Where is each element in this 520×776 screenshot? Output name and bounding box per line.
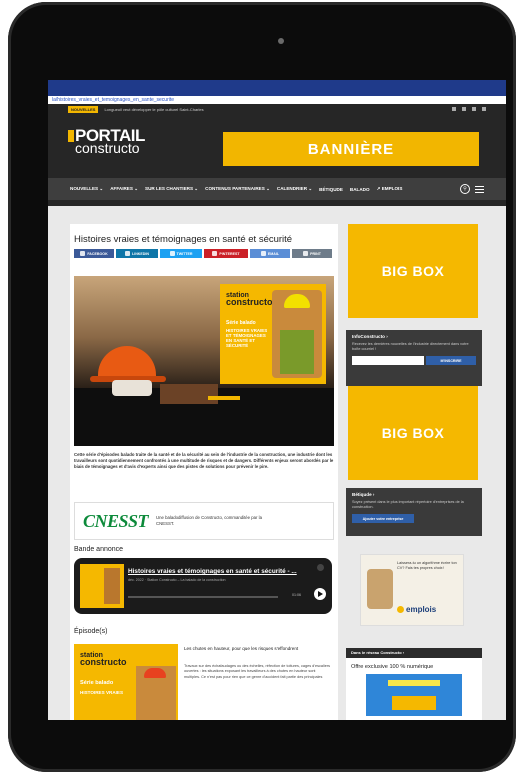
worker-photo (272, 290, 322, 378)
main-nav: NOUVELLES ⌄ AFFAIRES ⌄ SUR LES CHANTIERS… (48, 178, 506, 200)
digital-offer-box[interactable]: Offre exclusive 100 % numérique (346, 658, 482, 720)
email-icon (260, 251, 266, 256)
play-icon[interactable] (314, 588, 326, 600)
emplois-ad[interactable]: Laissera-tu un algorithme écrire ton CV?… (360, 554, 464, 626)
nav-item-chantiers[interactable]: SUR LES CHANTIERS ⌄ (145, 186, 198, 192)
article-card: Histoires vraies et témoignages en santé… (70, 224, 338, 720)
player-title[interactable]: Histoires vraies et témoignages en santé… (128, 568, 324, 575)
linkedin-icon[interactable] (462, 107, 466, 111)
hero-image: station constructo Série balado HISTOIRES… (74, 276, 334, 446)
facebook-icon[interactable] (452, 107, 456, 111)
url-text[interactable]: la/histoires_vraies_et_temoignages_en_sa… (48, 96, 506, 104)
nav-item-balado[interactable]: BALADO (350, 187, 370, 192)
camera-dot (278, 38, 284, 44)
betiqude-title[interactable]: Bétiqude › (352, 492, 476, 497)
twitter-icon[interactable] (472, 107, 476, 111)
share-linkedin-button[interactable]: LINKEDIN (116, 249, 158, 258)
nav-item-emplois[interactable]: ↗ EMPLOIS (377, 186, 403, 192)
print-icon (303, 251, 309, 256)
bigbox-ad-2[interactable]: BIG BOX (348, 386, 478, 480)
pinterest-icon (212, 251, 218, 256)
banner-ad[interactable]: BANNIÈRE (223, 132, 479, 166)
podcast-poster: station constructo Série balado HISTOIRES… (220, 284, 326, 384)
share-pinterest-button[interactable]: PINTEREST (204, 249, 248, 258)
episode-excerpt: Travaux sur des échafaudages ou des éche… (184, 664, 331, 679)
newsletter-title[interactable]: InfoConstructo › (352, 334, 476, 339)
browser-bar (48, 80, 506, 96)
share-twitter-button[interactable]: TWITTER (160, 249, 202, 258)
robot-illustration (367, 569, 393, 609)
facebook-icon (80, 251, 86, 256)
bigbox-ad-1[interactable]: BIG BOX (348, 224, 478, 318)
newsletter-box: InfoConstructo › Recevez les dernières n… (346, 330, 482, 386)
news-ticker: NOUVELLES Longueuil veut développer le p… (48, 104, 506, 114)
twitter-icon (169, 251, 175, 256)
site-header: NOUVELLES Longueuil veut développer le p… (48, 104, 506, 206)
article-title: Histoires vraies et témoignages en santé… (74, 234, 293, 245)
magazine-cover (366, 674, 462, 716)
search-icon[interactable]: ⚲ (460, 184, 470, 194)
episode-title[interactable]: Les chutes en hauteur, pour que les risq… (184, 646, 332, 653)
nav-item-betiqude[interactable]: BÉTIQUDE (319, 187, 343, 192)
share-print-button[interactable]: PRINT (292, 249, 332, 258)
share-bar: FACEBOOK LINKEDIN TWITTER PINTEREST EMAI… (70, 249, 338, 258)
site-logo[interactable]: PORTAIL constructo (68, 127, 145, 155)
network-heading[interactable]: Dans le réseau Constructo › (346, 648, 482, 658)
player-progress[interactable] (128, 596, 278, 598)
cnesst-logo[interactable]: CNESST (83, 511, 149, 532)
trailer-heading: Bande annonce (74, 546, 124, 553)
add-company-button[interactable]: Ajouter votre entreprise (352, 514, 414, 523)
nav-item-nouvelles[interactable]: NOUVELLES ⌄ (70, 186, 103, 192)
newsletter-text: Recevez les dernières nouvelles de l'ind… (352, 342, 469, 351)
episodes-heading: Épisode(s) (74, 628, 108, 635)
linkedin-icon (125, 251, 130, 256)
episode-thumbnail[interactable]: station constructo Série balado HISTOIRES… (74, 644, 178, 720)
audio-player: Histoires vraies et témoignages en santé… (74, 558, 332, 614)
menu-icon[interactable] (475, 185, 484, 193)
subscribe-button[interactable]: M'INSCRIRE (426, 356, 476, 365)
sponsor-box: CNESST Une baladodiffusion de Constructo… (74, 502, 334, 540)
news-tag: NOUVELLES (68, 105, 99, 113)
offer-title: Offre exclusive 100 % numérique (351, 664, 434, 670)
nav-item-contenus[interactable]: CONTENUS PARTENAIRES ⌄ (205, 186, 270, 192)
sponsor-text: Une baladodiffusion de Constructo, comma… (156, 515, 263, 526)
article-description: Cette série d'épisodes balado traite de … (74, 452, 334, 470)
page-body: Histoires vraies et témoignages en santé… (48, 206, 506, 720)
social-icons (452, 107, 486, 111)
news-text[interactable]: Longueuil veut développer le pôle cultur… (104, 107, 203, 112)
soundcloud-icon (317, 564, 324, 571)
screen: la/histoires_vraies_et_temoignages_en_sa… (48, 80, 506, 720)
nav-item-affaires[interactable]: AFFAIRES ⌄ (110, 186, 138, 192)
player-subtitle: déc. 2022 · Station Constructo – La bala… (128, 578, 226, 582)
emplois-ad-text: Laissera-tu un algorithme écrire ton CV?… (397, 561, 457, 570)
share-facebook-button[interactable]: FACEBOOK (74, 249, 114, 258)
betiqude-box: Bétiqude › Soyez présent dans le plus im… (346, 488, 482, 536)
nav-item-calendrier[interactable]: CALENDRIER ⌄ (277, 186, 312, 192)
player-time: 01:06 (292, 593, 301, 597)
newsletter-email-input[interactable] (352, 356, 424, 365)
betiqude-text: Soyez présent dans le plus important rép… (352, 500, 464, 509)
player-artwork (80, 564, 124, 608)
instagram-icon[interactable] (482, 107, 486, 111)
emplois-logo: emplois (397, 605, 436, 614)
tablet-frame: la/histoires_vraies_et_temoignages_en_sa… (8, 2, 516, 772)
share-email-button[interactable]: EMAIL (250, 249, 290, 258)
